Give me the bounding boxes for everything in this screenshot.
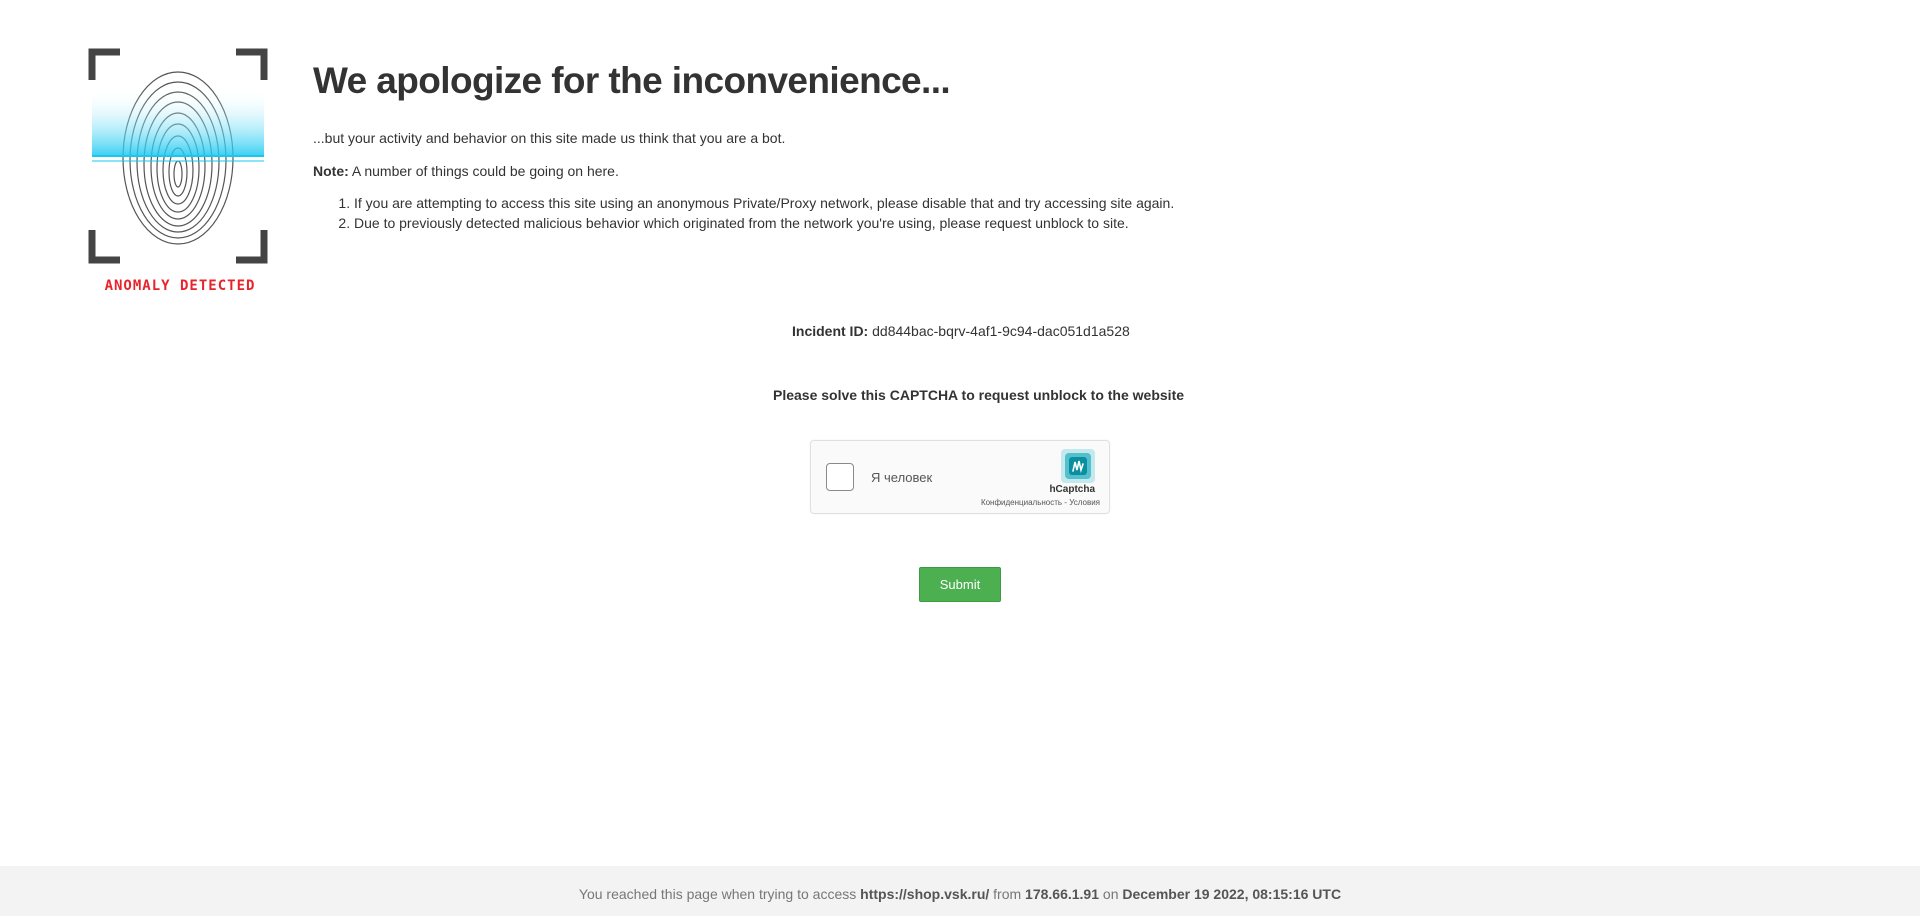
reasons-list: If you are attempting to access this sit… (313, 193, 1613, 233)
footer-on: on (1099, 886, 1123, 902)
footer-ip: 178.66.1.91 (1025, 886, 1100, 902)
note-text: A number of things could be going on her… (348, 163, 619, 179)
anomaly-caption: ANOMALY DETECTED (104, 278, 256, 294)
incident-value: dd844bac-bqrv-4af1-9c94-dac051d1a528 (868, 323, 1130, 339)
captcha-prompt: Please solve this CAPTCHA to request unb… (773, 387, 1185, 403)
footer-url: https://shop.vsk.ru/ (860, 886, 990, 902)
anomaly-logo: ANOMALY DETECTED (88, 48, 268, 300)
hcaptcha-checkbox[interactable] (826, 463, 854, 491)
hcaptcha-links[interactable]: Конфиденциальность - Условия (981, 498, 1100, 507)
note-label: Note: (313, 163, 349, 179)
list-item: If you are attempting to access this sit… (354, 193, 1613, 213)
intro-text: ...but your activity and behavior on thi… (313, 130, 786, 146)
footer: You reached this page when trying to acc… (0, 866, 1920, 916)
page-title: We apologize for the inconvenience... (313, 60, 951, 101)
footer-datetime: December 19 2022, 08:15:16 UTC (1122, 886, 1342, 902)
list-item: Due to previously detected malicious beh… (354, 213, 1613, 233)
fingerprint-scan-icon (88, 48, 268, 264)
hcaptcha-widget: Я человек hCaptcha Конфиденциальность - … (810, 440, 1110, 514)
hcaptcha-brand: hCaptcha (1049, 484, 1095, 495)
hcaptcha-logo-icon (1061, 449, 1095, 483)
incident-label: Incident ID: (792, 323, 869, 339)
footer-from: from (989, 886, 1026, 902)
submit-button[interactable]: Submit (919, 567, 1001, 602)
note-paragraph: Note: A number of things could be going … (313, 163, 1613, 179)
incident-id: Incident ID: dd844bac-bqrv-4af1-9c94-dac… (792, 323, 1130, 339)
main-content: We apologize for the inconvenience... ..… (313, 60, 1613, 233)
footer-prefix: You reached this page when trying to acc… (578, 886, 861, 902)
hcaptcha-checkbox-label: Я человек (871, 470, 933, 485)
